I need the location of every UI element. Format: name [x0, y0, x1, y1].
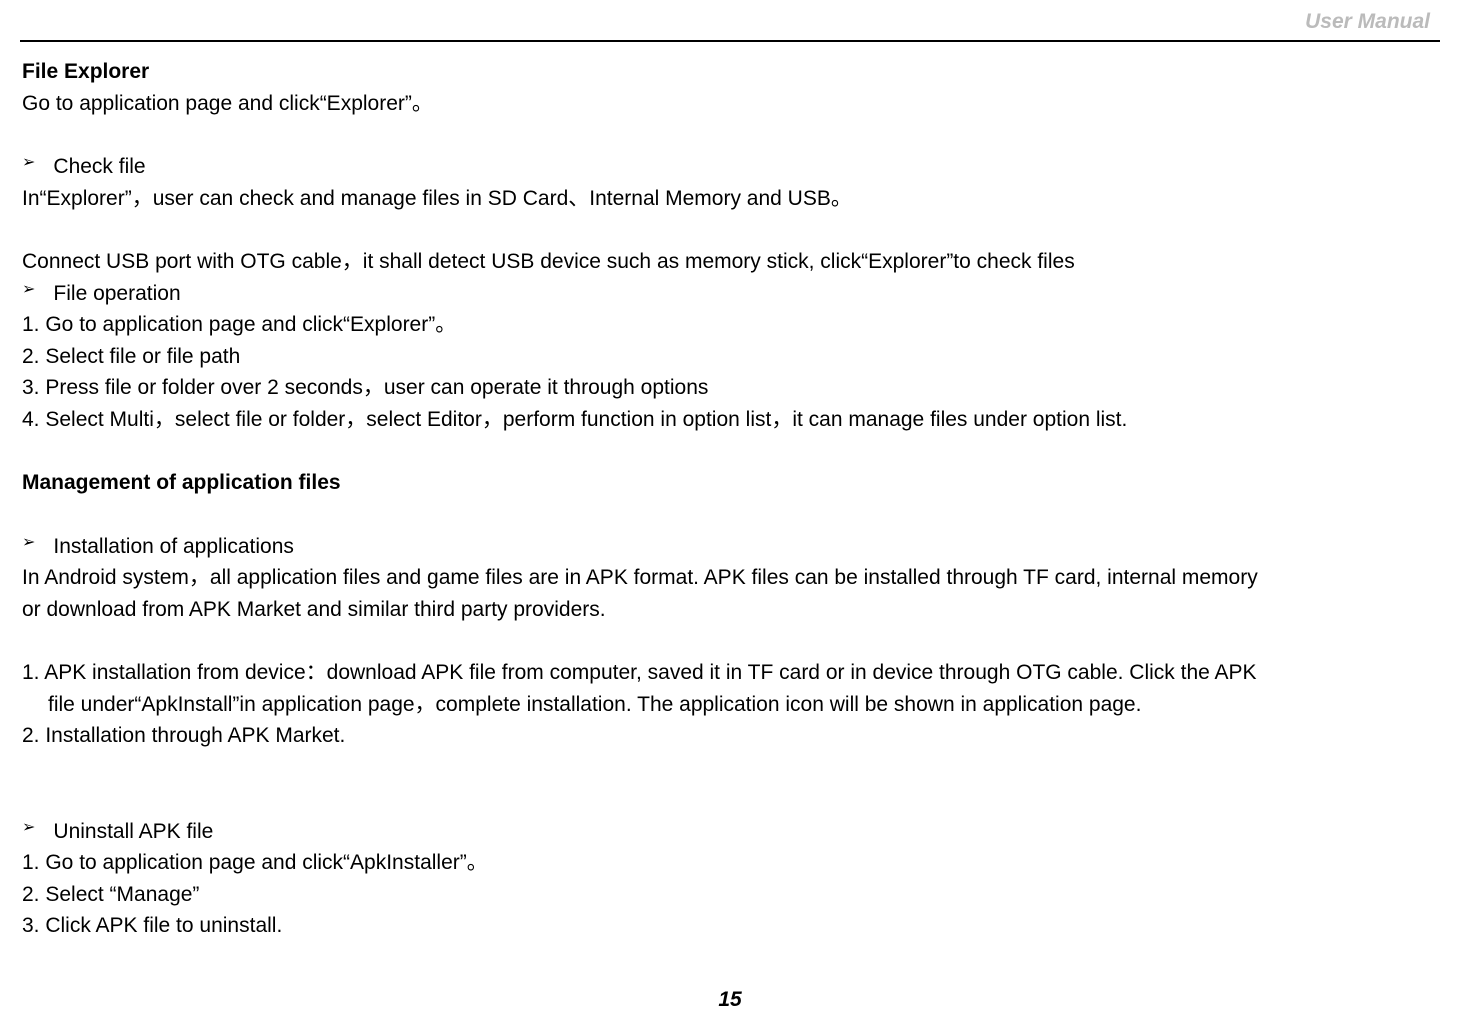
- section-management-title: Management of application files: [22, 467, 1438, 499]
- bullet-marker-icon: ➢: [22, 531, 35, 555]
- bullet-file-operation: ➢ File operation: [22, 278, 1438, 310]
- bullet-text: Uninstall APK file: [53, 816, 213, 848]
- paragraph-text: Connect USB port with OTG cable，it shall…: [22, 246, 1438, 278]
- step-text: 1. APK installation from device：download…: [22, 657, 1438, 689]
- step-text: 3. Click APK file to uninstall.: [22, 910, 1438, 942]
- step-text: 4. Select Multi，select file or folder，se…: [22, 404, 1438, 436]
- paragraph-text: or download from APK Market and similar …: [22, 594, 1438, 626]
- step-text: 1. Go to application page and click“ApkI…: [22, 847, 1438, 879]
- bullet-text: Installation of applications: [53, 531, 294, 563]
- step-text: 2. Select “Manage”: [22, 879, 1438, 911]
- step-text-continued: file under“ApkInstall”in application pag…: [22, 689, 1438, 721]
- step-text: 2. Installation through APK Market.: [22, 720, 1438, 752]
- document-body: File Explorer Go to application page and…: [20, 56, 1440, 942]
- bullet-install-apps: ➢ Installation of applications: [22, 531, 1438, 563]
- bullet-marker-icon: ➢: [22, 816, 35, 840]
- step-text: 1. Go to application page and click“Expl…: [22, 309, 1438, 341]
- bullet-text: Check file: [53, 151, 145, 183]
- section-file-explorer-title: File Explorer: [22, 56, 1438, 88]
- paragraph-text: Go to application page and click“Explore…: [22, 88, 1438, 120]
- page-number: 15: [718, 988, 741, 1012]
- bullet-marker-icon: ➢: [22, 278, 35, 302]
- step-text: 3. Press file or folder over 2 seconds，u…: [22, 372, 1438, 404]
- header-title: User Manual: [1305, 10, 1440, 34]
- bullet-check-file: ➢ Check file: [22, 151, 1438, 183]
- paragraph-text: In“Explorer”，user can check and manage f…: [22, 183, 1438, 215]
- paragraph-text: In Android system，all application files …: [22, 562, 1438, 594]
- bullet-uninstall-apk: ➢ Uninstall APK file: [22, 816, 1438, 848]
- document-header: User Manual: [20, 10, 1440, 42]
- bullet-text: File operation: [53, 278, 180, 310]
- step-text: 2. Select file or file path: [22, 341, 1438, 373]
- bullet-marker-icon: ➢: [22, 151, 35, 175]
